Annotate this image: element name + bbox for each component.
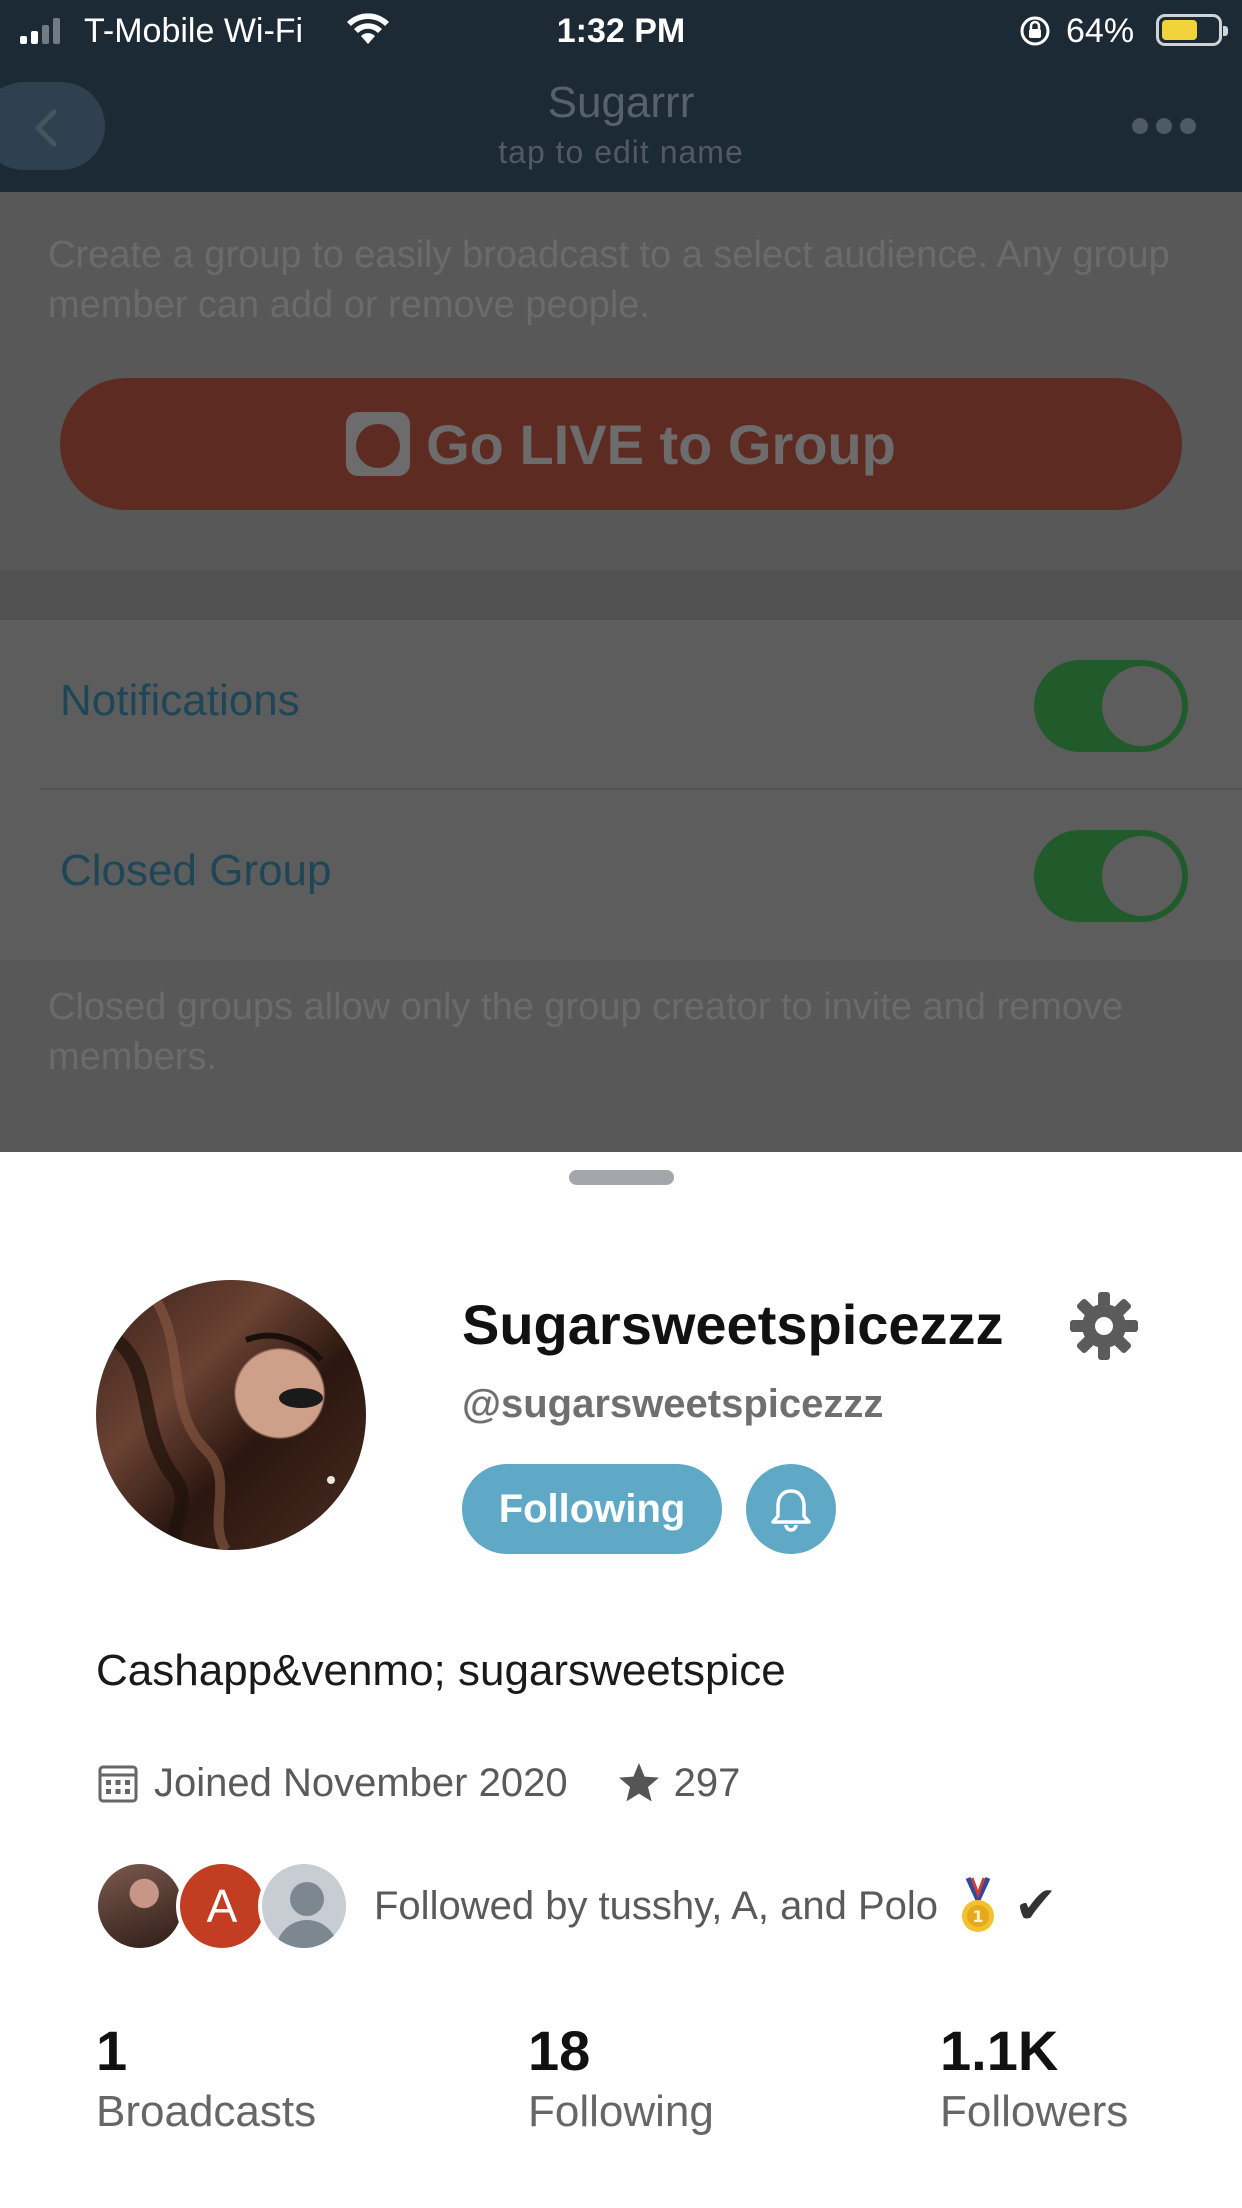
group-name-title[interactable]: Sugarrr: [0, 78, 1242, 128]
star-icon: [618, 1763, 659, 1802]
edit-name-hint[interactable]: tap to edit name: [0, 134, 1242, 171]
closed-group-note: Closed groups allow only the group creat…: [48, 986, 1124, 1078]
camera-icon: [346, 412, 411, 476]
clock: 1:32 PM: [556, 12, 686, 50]
stat-following[interactable]: 18 Following: [528, 2018, 714, 2140]
bell-icon: [771, 1489, 811, 1532]
stat-broadcasts[interactable]: 1 Broadcasts: [96, 2018, 316, 2140]
orientation-lock-icon: [1020, 16, 1050, 46]
stat-followers[interactable]: 1.1K Followers: [940, 2018, 1128, 2140]
stat-label: Followers: [940, 2087, 1129, 2136]
stat-value: 1: [96, 2019, 128, 2082]
stat-label: Broadcasts: [96, 2087, 317, 2136]
stat-label: Following: [528, 2087, 714, 2136]
svg-text:1: 1: [972, 1907, 983, 1926]
check-icon: ✔: [1014, 1877, 1058, 1935]
battery-level: [1162, 20, 1197, 40]
section-separator: [0, 570, 1242, 620]
nav-bar: Sugarrr tap to edit name: [0, 62, 1242, 192]
go-live-label: Go LIVE to Group: [426, 412, 896, 476]
follower-avatar-a: A: [176, 1860, 268, 1952]
notify-bell-button[interactable]: [746, 1464, 836, 1554]
joined-date: Joined November 2020: [154, 1760, 568, 1805]
closed-group-toggle[interactable]: [1034, 830, 1188, 922]
battery-percent: 64%: [1066, 12, 1135, 50]
status-bar: T-Mobile Wi-Fi 1:32 PM 64%: [0, 0, 1242, 62]
star-count: 297: [673, 1760, 741, 1805]
follower-avatar-polo: [258, 1860, 350, 1952]
followed-by-text: Followed by tusshy, A, and Polo: [374, 1883, 939, 1928]
gear-icon[interactable]: [1066, 1288, 1142, 1364]
go-live-to-group-button[interactable]: Go LIVE to Group: [60, 378, 1182, 510]
followed-by-row[interactable]: A Followed by tusshy, A, and Polo 1 ✔: [94, 1858, 1058, 1954]
display-name: Sugarsweetspicezzz: [462, 1293, 1004, 1356]
avatar[interactable]: [96, 1280, 366, 1550]
group-settings-page: Create a group to easily broadcast to a …: [0, 192, 1242, 1152]
notifications-row: Notifications: [0, 620, 1242, 790]
following-button[interactable]: Following: [462, 1464, 722, 1554]
calendar-icon: [98, 1765, 138, 1803]
group-intro-text: Create a group to easily broadcast to a …: [48, 234, 1170, 326]
profile-sheet: Sugarsweetspicezzz @sugarsweetspicezzz F…: [0, 1152, 1242, 2208]
follower-avatar-tusshy: [94, 1860, 186, 1952]
username-handle: @sugarsweetspicezzz: [462, 1382, 884, 1426]
avatar-image: [111, 1297, 335, 1550]
profile-bio: Cashapp&venmo; sugarsweetspice: [96, 1646, 786, 1695]
sheet-grabber[interactable]: [569, 1170, 674, 1185]
notifications-toggle[interactable]: [1034, 660, 1188, 752]
medal-icon: 1: [962, 1876, 995, 1932]
stat-value: 18: [528, 2019, 591, 2082]
notifications-label: Notifications: [60, 676, 300, 725]
closed-group-row: Closed Group: [0, 790, 1242, 960]
more-horizontal-icon[interactable]: [1132, 118, 1196, 134]
closed-group-label: Closed Group: [60, 846, 332, 895]
profile-meta: Joined November 2020 297: [96, 1756, 740, 1810]
battery-icon: [1156, 14, 1228, 46]
stat-value: 1.1K: [940, 2019, 1059, 2082]
